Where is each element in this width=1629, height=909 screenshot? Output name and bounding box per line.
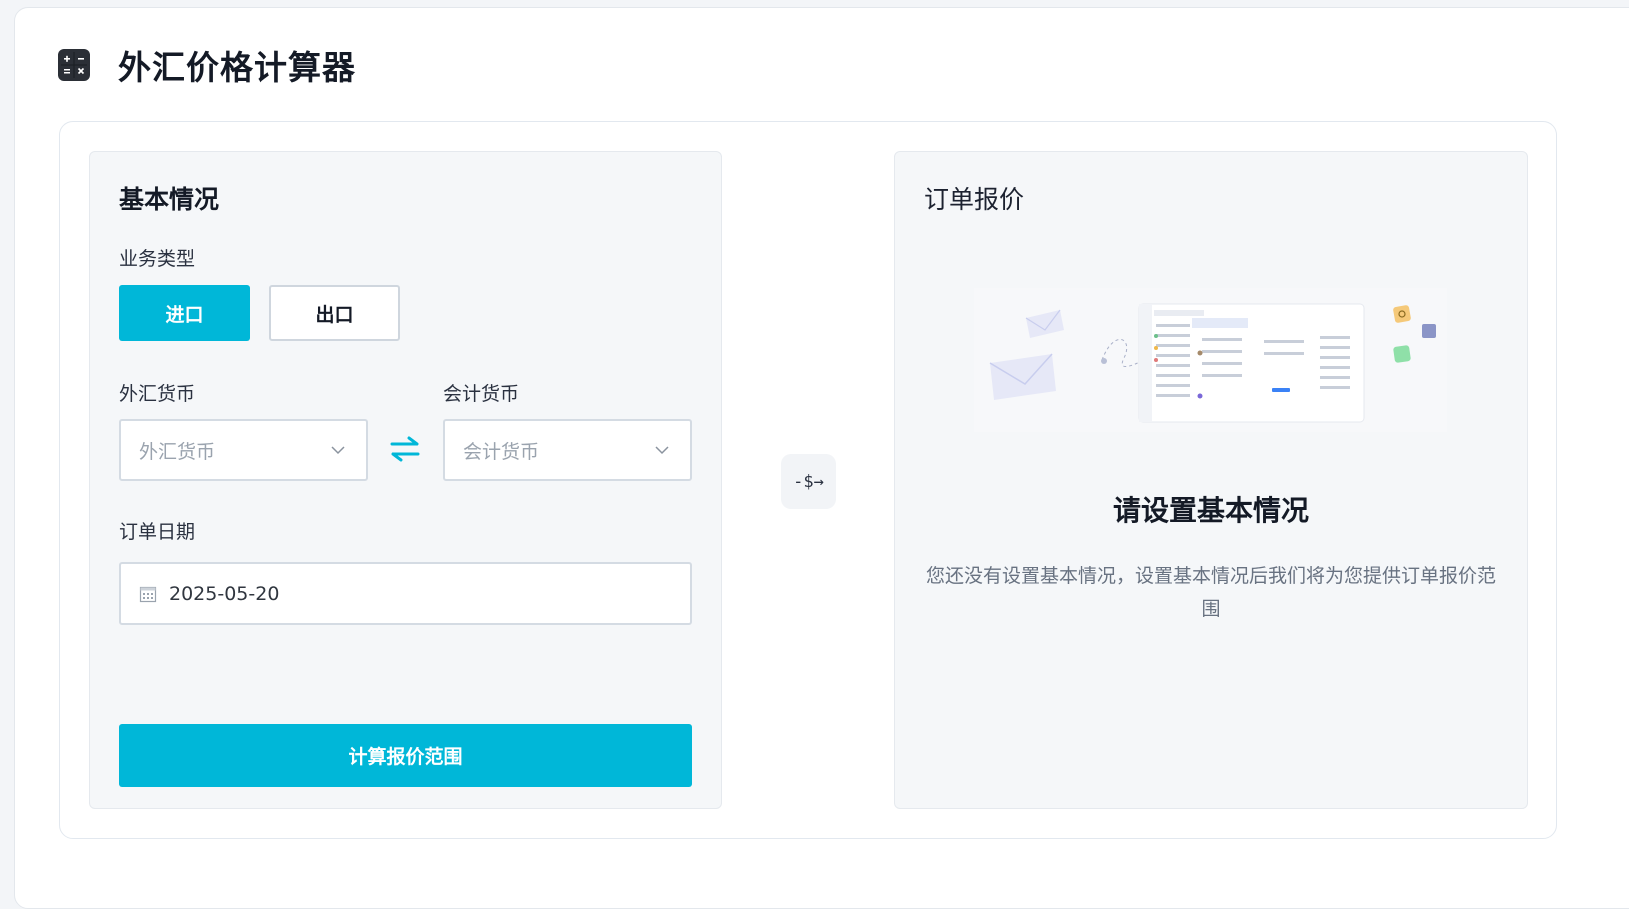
fx-currency-placeholder: 外汇货币 [139, 440, 216, 463]
acc-currency-label: 会计货币 [443, 383, 520, 405]
chevron-down-icon [655, 446, 669, 455]
page-title: 外汇价格计算器 [118, 48, 356, 87]
exchange-icon-text: -$→ [793, 471, 824, 492]
envelope-icon [989, 353, 1056, 400]
exchange-icon: -$→ [781, 454, 836, 509]
envelope-icon [1025, 309, 1064, 338]
fx-currency-select[interactable]: 外汇货币 [119, 419, 368, 481]
basic-info-card: 基本情况 业务类型 进口 出口 外汇货币 会计货币 外汇货币 会计货币 订单日期… [89, 151, 722, 809]
order-date-label: 订单日期 [119, 521, 196, 543]
empty-state-title: 请设置基本情况 [1112, 494, 1309, 527]
swap-icon[interactable] [389, 435, 421, 463]
order-quote-title: 订单报价 [924, 185, 1025, 214]
order-date-value: 2025-05-20 [169, 582, 280, 605]
main-container: 基本情况 业务类型 进口 出口 外汇货币 会计货币 外汇货币 会计货币 订单日期… [59, 121, 1557, 839]
business-type-label: 业务类型 [119, 248, 196, 270]
acc-currency-placeholder: 会计货币 [463, 440, 540, 463]
empty-state-description: 您还没有设置基本情况，设置基本情况后我们将为您提供订单报价范围 [925, 565, 1496, 620]
empty-state-illustration [974, 288, 1447, 432]
basic-info-title: 基本情况 [119, 185, 220, 214]
calculate-range-button[interactable]: 计算报价范围 [119, 724, 692, 787]
export-button[interactable]: 出口 [269, 285, 400, 341]
acc-currency-select[interactable]: 会计货币 [443, 419, 692, 481]
chevron-down-icon [331, 446, 345, 455]
page: 外汇价格计算器 基本情况 业务类型 进口 出口 外汇货币 会计货币 外汇货币 会… [14, 7, 1629, 909]
import-button[interactable]: 进口 [119, 285, 250, 341]
order-date-input[interactable]: 2025-05-20 [119, 562, 692, 625]
header: 外汇价格计算器 [58, 40, 356, 90]
calculator-icon [58, 49, 90, 81]
order-quote-card: 订单报价 请设置基本情况 您还没有设置基本情况，设置基本情况后我们将为您提供订单… [894, 151, 1528, 809]
calendar-icon [139, 586, 157, 602]
fx-currency-label: 外汇货币 [119, 383, 196, 405]
